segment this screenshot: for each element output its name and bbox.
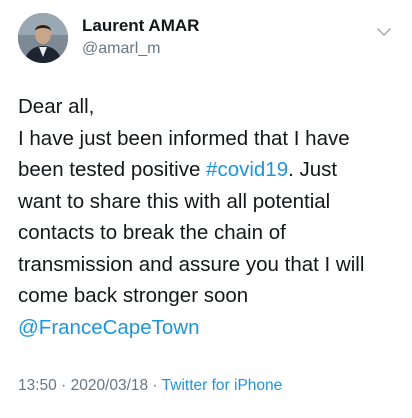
tweet-line: transmission and assure you that I will (18, 252, 365, 276)
tweet-meta: 13:50 · 2020/03/18 · Twitter for iPhone (18, 377, 282, 395)
tweet-text-fragment: . Just (288, 158, 338, 181)
tweet-menu-button[interactable] (374, 22, 394, 42)
tweet-time[interactable]: 13:50 (18, 377, 57, 394)
meta-separator: · (148, 377, 162, 394)
hashtag-link[interactable]: #covid19 (206, 158, 288, 181)
tweet-source-link[interactable]: Twitter for iPhone (162, 377, 283, 394)
display-name[interactable]: Laurent AMAR (82, 16, 199, 36)
tweet-line: I have just been informed that I have (18, 126, 350, 150)
tweet-line: @FranceCapeTown (18, 312, 403, 344)
mention-link[interactable]: @FranceCapeTown (18, 316, 199, 339)
tweet-text: Dear all, I have just been informed that… (18, 91, 403, 343)
tweet-line: been tested positive #covid19. Just (18, 154, 403, 186)
meta-separator: · (56, 377, 71, 394)
tweet-line: come back stronger soon (18, 284, 249, 307)
tweet-line: contacts to break the chain of (18, 221, 286, 244)
tweet-line: Dear all, (18, 95, 95, 118)
tweet-card: Laurent AMAR @amarl_m Dear all, I have j… (0, 0, 412, 418)
user-handle[interactable]: @amarl_m (82, 40, 160, 58)
avatar[interactable] (18, 13, 68, 63)
tweet-text-fragment: been tested positive (18, 158, 207, 181)
tweet-line: want to share this with all potential (18, 189, 331, 213)
profile-photo-icon (18, 13, 68, 63)
chevron-down-icon (377, 27, 391, 36)
tweet-date[interactable]: 2020/03/18 (71, 377, 149, 394)
